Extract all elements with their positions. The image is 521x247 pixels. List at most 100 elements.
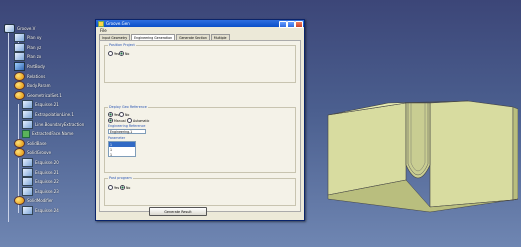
tree-node-label: SolidBase — [27, 140, 47, 146]
position-no-option[interactable]: No — [119, 51, 129, 56]
specification-tree[interactable]: Groove.V Plan xy Plan yz Plan zx PartBody Rel… — [4, 23, 90, 224]
groove-dialog[interactable]: Groove.Gen File Input Geometry Engineeri… — [95, 19, 305, 221]
tree-node-label: Esquisse.21 — [35, 169, 59, 175]
tree-node[interactable]: SolidModifier — [14, 196, 53, 206]
tree-node-label: Esquisse.22 — [35, 179, 59, 185]
option-label: Manual — [114, 118, 126, 123]
tree-node[interactable]: GeometricalSet.1 — [14, 90, 62, 100]
tree-node-label: Plan yz — [27, 44, 42, 50]
sketch-icon — [22, 157, 33, 167]
tree-node-label: Plan xy — [27, 35, 42, 41]
group-label: Deploy Geo Reference — [108, 105, 148, 109]
menu-file[interactable]: File — [100, 28, 107, 33]
tree-node[interactable]: Esquisse.23 — [22, 186, 59, 196]
radio-button[interactable] — [108, 185, 113, 190]
deploy-yes-option[interactable]: Yes — [108, 112, 119, 117]
tree-node-label: Esquisse.23 — [35, 188, 59, 194]
automatic-option[interactable]: Automatic — [127, 118, 149, 123]
tree-node[interactable]: PartBody — [14, 61, 45, 71]
deploy-no-option[interactable]: No — [119, 112, 129, 117]
post-no-option[interactable]: No — [120, 185, 130, 190]
tree-node[interactable]: Esquisse.21 — [22, 100, 59, 110]
tree-node[interactable]: ExtractedFace.Name — [22, 129, 74, 138]
radio-button[interactable] — [108, 118, 113, 123]
geo-icon — [14, 81, 25, 91]
part-front-right-face — [429, 100, 514, 208]
sketch-icon — [14, 42, 25, 52]
sketch-icon — [22, 177, 33, 187]
dialog-titlebar[interactable]: Groove.Gen — [96, 20, 304, 28]
radio-button[interactable] — [127, 118, 132, 123]
tree-node[interactable]: Esquisse.21 — [22, 167, 59, 177]
radio-button[interactable] — [108, 51, 113, 56]
grooved-part-model[interactable] — [318, 95, 518, 220]
tree-node-label: SolidModifier — [27, 198, 53, 204]
tree-node-label: Body.Param — [27, 83, 51, 89]
radio-button[interactable] — [119, 112, 124, 117]
option-label: Yes — [114, 185, 120, 190]
parameter-label: Parameter — [108, 136, 126, 140]
option-label: No — [125, 51, 130, 56]
tree-node-label: ExtrapolationLine.1 — [35, 111, 74, 117]
tree-node[interactable]: Esquisse.22 — [22, 177, 59, 187]
generate-result-button[interactable]: Generate Result — [149, 207, 207, 216]
tree-node-label: SolidGroove — [27, 150, 52, 156]
parameter-list[interactable]: 1 1 1 — [108, 141, 136, 157]
part-front-left-face — [327, 102, 407, 196]
tree-node-label: ExtractedFace.Name — [32, 131, 74, 137]
manual-option[interactable]: Manual — [108, 118, 126, 123]
option-label: Automatic — [133, 118, 150, 123]
deploy-reference-group: Deploy Geo Reference Yes No Manual Autom… — [104, 105, 296, 173]
geo-icon — [14, 90, 25, 100]
tree-node[interactable]: Body.Param — [14, 81, 51, 91]
geo-icon — [14, 71, 25, 81]
post-yes-option[interactable]: Yes — [108, 185, 119, 190]
check-icon — [22, 129, 30, 138]
radio-button[interactable] — [120, 185, 125, 190]
radio-button[interactable] — [108, 112, 113, 117]
tree-node[interactable]: Line.BoundaryExtraction — [22, 119, 85, 129]
tree-node-label: Esquisse.21 — [35, 102, 59, 108]
tree-node[interactable]: Relations — [14, 71, 46, 81]
sketch-icon — [22, 205, 33, 215]
geo-icon — [14, 196, 25, 206]
tree-node[interactable]: Esquisse.24 — [22, 205, 59, 215]
tree-node[interactable]: SolidBase — [14, 138, 47, 148]
tree-node-label: Relations — [27, 73, 46, 79]
body-icon — [14, 61, 25, 71]
tree-node-label: Esquisse.24 — [35, 207, 59, 213]
radio-button[interactable] — [119, 51, 124, 56]
group-label: Position Project — [108, 43, 136, 47]
menu-bar: File — [96, 27, 304, 33]
sketch-icon — [14, 52, 25, 62]
tree-node-label: Plan zx — [27, 54, 42, 60]
tree-node[interactable]: Plan xy — [14, 33, 42, 43]
tree-node[interactable]: Esquisse.20 — [22, 157, 59, 167]
geo-icon — [14, 148, 25, 158]
option-label: No — [125, 112, 130, 117]
sketch-icon — [22, 119, 33, 129]
list-item[interactable]: 1 — [109, 152, 135, 157]
root-icon — [4, 23, 15, 33]
group-label: Post program — [108, 176, 133, 180]
tab-panel: Position Project Yes No Deploy Geo Refer… — [99, 40, 301, 212]
geo-icon — [14, 138, 25, 148]
tree-node-label: GeometricalSet.1 — [27, 92, 62, 98]
tree-node[interactable]: Groove.V — [4, 23, 35, 33]
tree-node[interactable]: Plan yz — [14, 42, 42, 52]
engineering-reference-input[interactable]: Engineering.1 — [108, 129, 146, 134]
sketch-icon — [22, 186, 33, 196]
tree-node[interactable]: SolidGroove — [14, 148, 52, 158]
sketch-icon — [22, 109, 33, 119]
sketch-icon — [22, 100, 33, 110]
tree-node[interactable]: Plan zx — [14, 52, 42, 62]
dialog-title: Groove.Gen — [106, 21, 130, 26]
part-side-face — [512, 106, 518, 201]
position-project-group: Position Project Yes No — [104, 43, 296, 83]
tree-node-label: Esquisse.20 — [35, 159, 59, 165]
position-yes-option[interactable]: Yes — [108, 51, 119, 56]
tree-node[interactable]: ExtrapolationLine.1 — [22, 109, 74, 119]
tree-connector — [8, 32, 9, 222]
tree-node-label: Line.BoundaryExtraction — [35, 121, 85, 127]
app-icon — [98, 20, 104, 27]
